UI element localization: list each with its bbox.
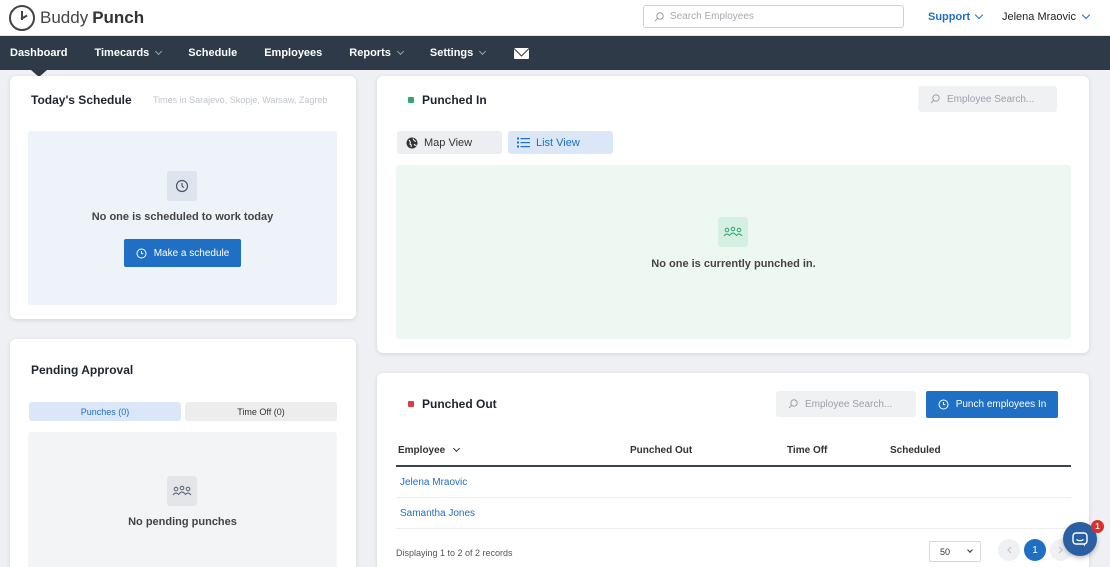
chevron-down-icon [155, 47, 163, 55]
nav-employees[interactable]: Employees [264, 36, 322, 70]
card-title: Punched Out [422, 397, 497, 411]
tab-punches[interactable]: Punches (0) [29, 402, 181, 421]
chat-bubble-icon [1072, 531, 1088, 546]
nav-label: Settings [429, 47, 474, 59]
nav-label: Schedule [188, 47, 238, 59]
card-title: Punched In [422, 93, 487, 107]
map-view-button[interactable]: Map View [397, 131, 502, 154]
row-divider [396, 528, 1071, 529]
clock-plus-icon [938, 399, 949, 410]
people-icon [167, 476, 197, 506]
punched-out-search[interactable] [776, 391, 916, 417]
employee-search-box[interactable] [643, 5, 904, 28]
page-size-value: 50 [940, 546, 951, 557]
punched-out-card: Punched Out Punch employees In Employee … [377, 373, 1089, 567]
people-icon [718, 217, 748, 247]
support-menu[interactable]: Support [928, 10, 984, 23]
column-scheduled: Scheduled [890, 445, 941, 456]
sort-chevron-icon [453, 444, 461, 453]
punched-in-search-input[interactable] [947, 93, 1047, 105]
header-divider [396, 465, 1071, 467]
chevron-down-icon [967, 546, 973, 553]
chat-notification-badge: 1 [1091, 520, 1104, 533]
nav-dashboard[interactable]: Dashboard [10, 36, 68, 77]
column-punched-out: Punched Out [630, 445, 693, 456]
chevron-down-icon [1081, 10, 1091, 20]
timezone-note: Times in Sarajevo, Skopje, Warsaw, Zagre… [153, 95, 328, 105]
list-icon [517, 137, 530, 148]
card-title: Today's Schedule [31, 93, 132, 107]
button-label: Punch employees In [955, 399, 1047, 410]
employee-search-input[interactable] [670, 11, 890, 22]
punched-out-search-input[interactable] [805, 398, 905, 410]
logo-word-punch: Punch [92, 8, 145, 27]
nav-label: Employees [264, 47, 323, 59]
punch-employees-in-button[interactable]: Punch employees In [926, 391, 1058, 418]
todays-schedule-card: Today's Schedule Times in Sarajevo, Skop… [10, 76, 356, 319]
mail-icon [514, 47, 530, 59]
button-label: List View [536, 136, 580, 149]
button-label: Map View [424, 136, 473, 149]
punched-in-empty-state: No one is currently punched in. [396, 165, 1071, 339]
top-bar: BuddyPunch Support Jelena Mraovic [0, 0, 1110, 36]
pending-approval-card: Pending Approval Punches (0) Time Off (0… [10, 339, 356, 567]
empty-message: No one is scheduled to work today [91, 211, 274, 223]
nav-settings[interactable]: Settings [429, 36, 487, 70]
records-summary: Displaying 1 to 2 of 2 records [396, 548, 513, 558]
schedule-empty-state: No one is scheduled to work today Make a… [28, 131, 337, 305]
pending-empty-state: No pending punches [28, 432, 337, 567]
page-1-button[interactable]: 1 [1024, 539, 1046, 561]
nav-label: Dashboard [10, 47, 68, 59]
logo-text: Buddy Punch [40, 8, 144, 28]
nav-timecards[interactable]: Timecards [94, 36, 163, 70]
buddy-punch-logo[interactable]: Buddy Punch [9, 5, 144, 31]
column-employee[interactable]: Employee [398, 444, 461, 456]
column-time-off: Time Off [787, 445, 828, 456]
nav-label: Reports [349, 47, 391, 59]
card-title: Pending Approval [31, 363, 134, 377]
search-icon [788, 399, 798, 409]
make-schedule-button[interactable]: Make a schedule [124, 239, 241, 267]
nav-messages[interactable] [512, 36, 530, 70]
button-label: Make a schedule [153, 247, 230, 259]
chevron-down-icon [974, 10, 984, 20]
column-label: Employee [398, 445, 446, 456]
status-dot-red [408, 401, 414, 407]
chevron-left-icon [1007, 546, 1012, 554]
clock-icon [167, 171, 197, 201]
punched-in-search[interactable] [918, 86, 1057, 112]
empty-message: No pending punches [128, 516, 237, 528]
support-label: Support [928, 11, 971, 23]
tab-time-off[interactable]: Time Off (0) [185, 402, 337, 421]
globe-icon [406, 137, 418, 148]
nav-schedule[interactable]: Schedule [188, 36, 237, 70]
list-view-button[interactable]: List View [508, 131, 613, 154]
chevron-down-icon [479, 47, 487, 55]
user-menu[interactable]: Jelena Mraovic [1002, 10, 1091, 23]
main-nav: Dashboard Timecards Schedule Employees R… [0, 36, 1110, 77]
employee-link[interactable]: Samantha Jones [400, 508, 475, 519]
clock-plus-icon [136, 248, 147, 258]
search-icon [930, 94, 940, 104]
previous-page-button[interactable] [998, 539, 1020, 561]
logo-word-buddy: Buddy [40, 8, 89, 27]
employee-link[interactable]: Jelena Mraovic [400, 477, 467, 488]
nav-reports[interactable]: Reports [349, 36, 404, 70]
user-name: Jelena Mraovic [1002, 11, 1076, 23]
empty-message: No one is currently punched in. [651, 258, 816, 270]
chevron-down-icon [396, 47, 404, 55]
nav-label: Timecards [94, 47, 150, 59]
chevron-right-icon [1058, 546, 1063, 554]
clock-logo-icon [9, 5, 35, 31]
row-divider [396, 497, 1071, 498]
status-dot-green [408, 97, 414, 103]
search-icon [654, 11, 664, 21]
punched-in-card: Punched In Map View List View No one is … [377, 76, 1089, 353]
page-size-select[interactable]: 50 [929, 541, 981, 562]
